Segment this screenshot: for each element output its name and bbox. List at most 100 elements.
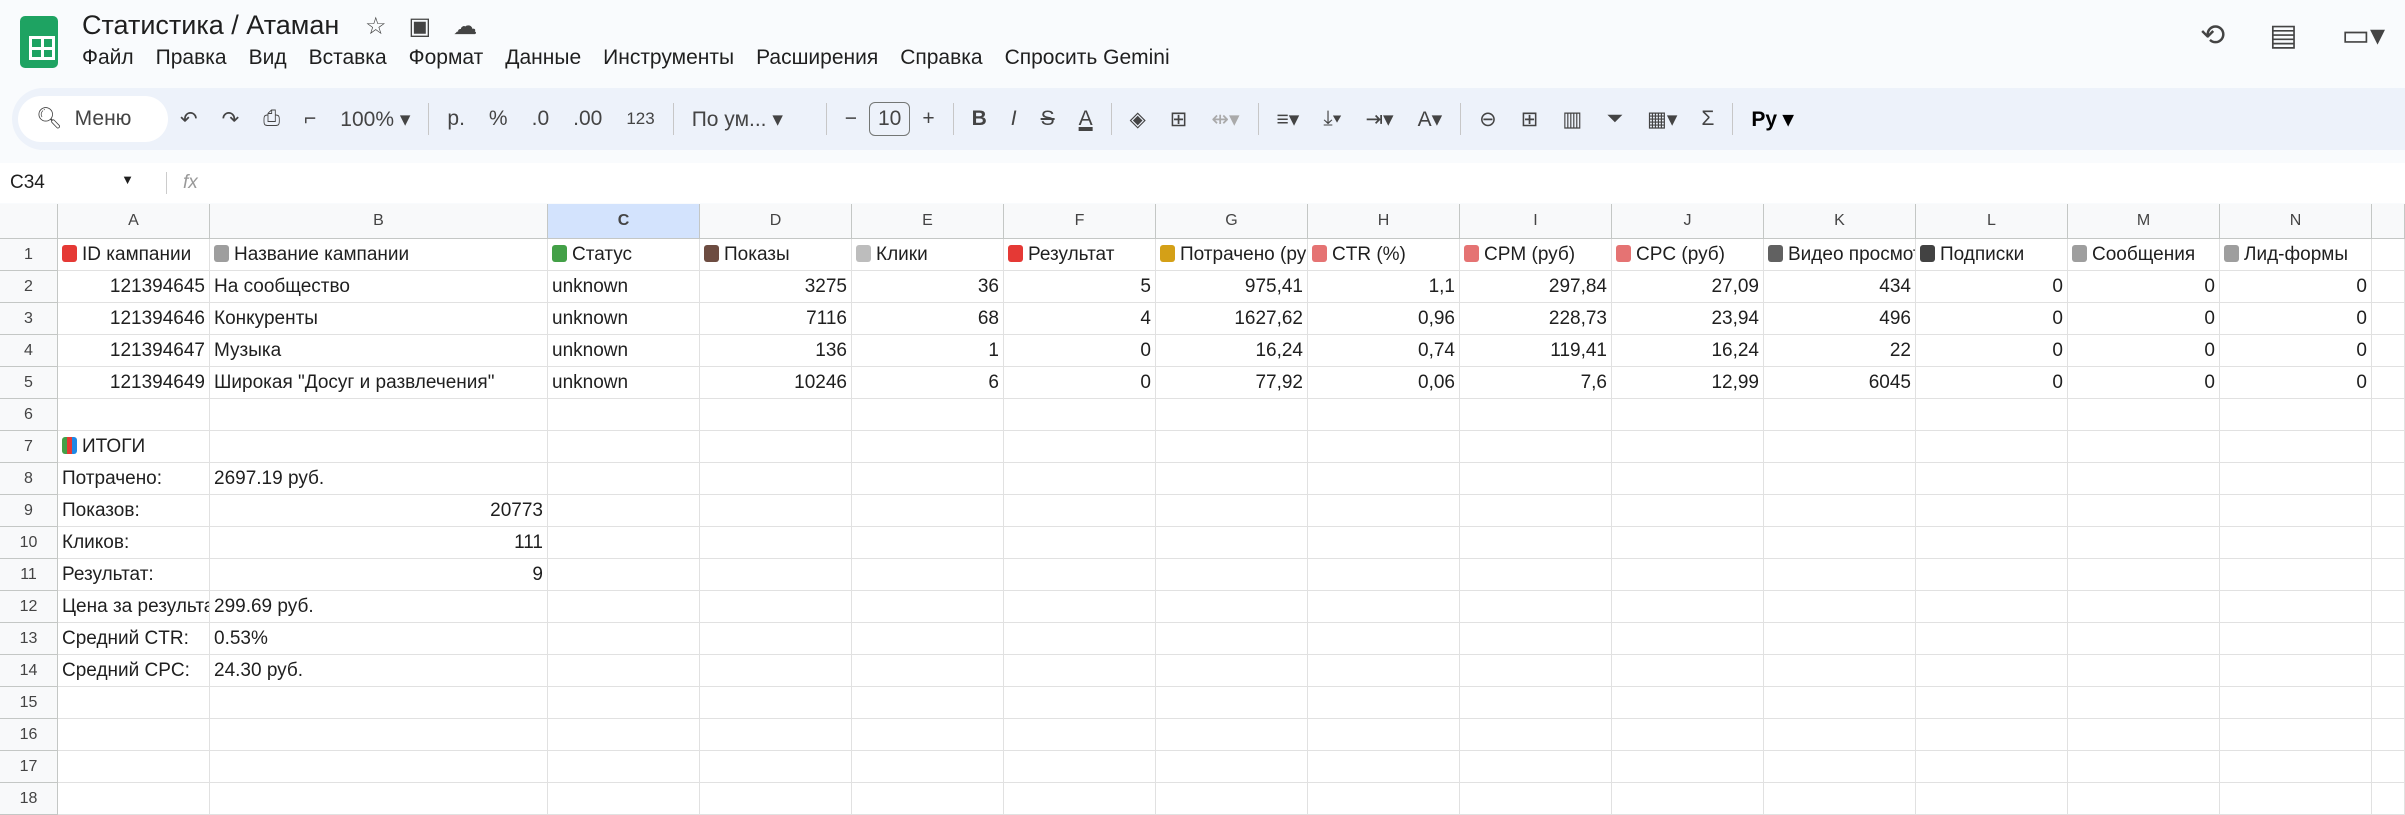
cell[interactable] (700, 431, 852, 463)
header-cell[interactable]: CTR (%) (1308, 239, 1460, 271)
row-header[interactable]: 2 (0, 271, 58, 303)
cell[interactable] (1004, 783, 1156, 815)
cell[interactable] (700, 527, 852, 559)
cell[interactable] (1004, 591, 1156, 623)
menu-item[interactable]: Вид (249, 46, 287, 70)
cell[interactable]: 6 (852, 367, 1004, 399)
column-header-g[interactable]: G (1156, 204, 1308, 239)
cell[interactable] (1308, 783, 1460, 815)
cell[interactable]: unknown (548, 335, 700, 367)
header-cell[interactable]: Лид-формы (2220, 239, 2372, 271)
cell[interactable]: 0 (2220, 271, 2372, 303)
cell[interactable] (1004, 719, 1156, 751)
cell[interactable] (58, 687, 210, 719)
cell[interactable]: 23,94 (1612, 303, 1764, 335)
cell[interactable] (852, 751, 1004, 783)
cell[interactable]: 0 (2068, 367, 2220, 399)
cell[interactable] (1612, 591, 1764, 623)
summary-value[interactable]: 299.69 руб. (210, 591, 548, 623)
history-icon[interactable]: ⟲ (2200, 18, 2225, 53)
cell[interactable] (700, 655, 852, 687)
cell[interactable] (2372, 591, 2405, 623)
cell[interactable] (1004, 463, 1156, 495)
cell[interactable] (1612, 495, 1764, 527)
row-header[interactable]: 11 (0, 559, 58, 591)
cell[interactable]: 7116 (700, 303, 852, 335)
cell[interactable] (700, 623, 852, 655)
row-header[interactable]: 7 (0, 431, 58, 463)
header-cell[interactable]: Потрачено (руб) (1156, 239, 1308, 271)
cell[interactable] (1460, 623, 1612, 655)
cell[interactable] (1460, 495, 1612, 527)
cell[interactable] (852, 783, 1004, 815)
cell[interactable] (1460, 719, 1612, 751)
zoom-select[interactable]: 100% ▾ (328, 107, 422, 132)
filter-views-icon[interactable]: ▦▾ (1635, 107, 1689, 132)
cell[interactable] (1764, 399, 1916, 431)
cell[interactable] (58, 399, 210, 431)
cell[interactable] (1916, 559, 2068, 591)
row-header[interactable]: 16 (0, 719, 58, 751)
menu-item[interactable]: Данные (505, 46, 581, 70)
header-cell[interactable]: CPC (руб) (1612, 239, 1764, 271)
redo-icon[interactable]: ↷ (210, 107, 252, 132)
cell[interactable] (2068, 559, 2220, 591)
menu-item[interactable]: Расширения (756, 46, 878, 70)
cell[interactable] (852, 495, 1004, 527)
column-header-k[interactable]: K (1764, 204, 1916, 239)
decrease-decimal-button[interactable]: .0 (520, 107, 562, 131)
cell[interactable]: 228,73 (1460, 303, 1612, 335)
bold-icon[interactable]: B (960, 107, 999, 131)
cell[interactable]: 6045 (1764, 367, 1916, 399)
cell[interactable] (1004, 495, 1156, 527)
cell[interactable] (58, 719, 210, 751)
cell[interactable]: 10246 (700, 367, 852, 399)
header-cell[interactable]: Статус (548, 239, 700, 271)
comments-icon[interactable]: ▤ (2269, 18, 2297, 53)
cell[interactable] (1916, 751, 2068, 783)
column-header-c[interactable]: C (548, 204, 700, 239)
cell[interactable] (2372, 463, 2405, 495)
cell[interactable]: 36 (852, 271, 1004, 303)
cell[interactable] (852, 559, 1004, 591)
row-header[interactable]: 5 (0, 367, 58, 399)
cell[interactable] (2068, 783, 2220, 815)
header-cell[interactable]: Подписки (1916, 239, 2068, 271)
cell[interactable]: unknown (548, 303, 700, 335)
cell[interactable] (210, 783, 548, 815)
cell[interactable] (2220, 719, 2372, 751)
cell[interactable] (1156, 527, 1308, 559)
cell[interactable] (2220, 783, 2372, 815)
column-header-j[interactable]: J (1612, 204, 1764, 239)
cell[interactable] (2220, 655, 2372, 687)
cell[interactable]: 975,41 (1156, 271, 1308, 303)
cell[interactable] (1308, 399, 1460, 431)
increase-decimal-button[interactable]: .00 (561, 107, 614, 131)
cell[interactable] (1612, 399, 1764, 431)
cell[interactable]: 1627,62 (1156, 303, 1308, 335)
cell[interactable] (1764, 719, 1916, 751)
cell[interactable]: 121394649 (58, 367, 210, 399)
percent-button[interactable]: % (477, 107, 520, 131)
cell[interactable] (548, 719, 700, 751)
menu-item[interactable]: Вставка (309, 46, 387, 70)
font-size-increase-button[interactable]: + (910, 107, 946, 131)
undo-icon[interactable]: ↶ (168, 107, 210, 132)
row-header[interactable]: 4 (0, 335, 58, 367)
cell[interactable] (852, 591, 1004, 623)
cell[interactable]: Широкая "Досуг и развлечения" (210, 367, 548, 399)
column-header-f[interactable]: F (1004, 204, 1156, 239)
cell[interactable]: 0,06 (1308, 367, 1460, 399)
cell[interactable] (1916, 623, 2068, 655)
cell[interactable] (2372, 335, 2405, 367)
cell[interactable] (548, 623, 700, 655)
row-header[interactable]: 3 (0, 303, 58, 335)
cell[interactable] (2068, 591, 2220, 623)
cell[interactable]: 0 (1916, 367, 2068, 399)
more-formats-button[interactable]: 123 (614, 109, 666, 129)
cell[interactable] (2372, 527, 2405, 559)
cell[interactable]: 136 (700, 335, 852, 367)
strikethrough-icon[interactable]: S (1029, 107, 1067, 131)
cell[interactable]: 27,09 (1612, 271, 1764, 303)
print-icon[interactable]: ⎙ (251, 107, 292, 131)
